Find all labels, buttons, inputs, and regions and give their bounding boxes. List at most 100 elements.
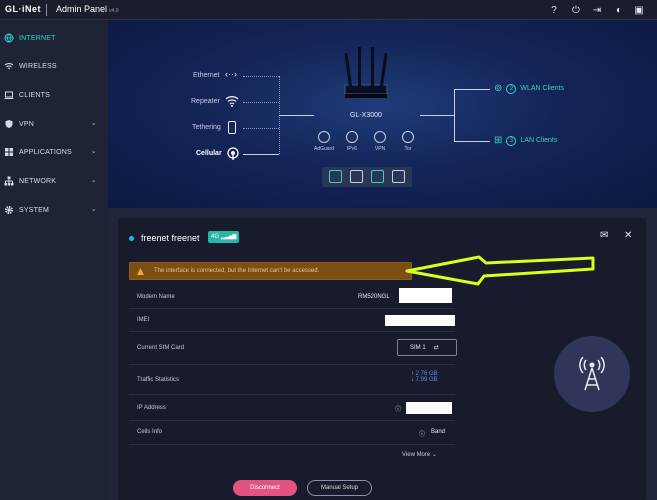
sidebar-item-label: NETWORK (19, 177, 57, 185)
redaction-block (406, 402, 452, 414)
mode-ap-icon[interactable] (371, 170, 384, 183)
sidebar-item-wireless[interactable]: WIRELESS (0, 52, 108, 80)
sim-row: Current SIM Card SIM 1 ⇄ (129, 332, 457, 365)
wifi-icon[interactable] (225, 94, 239, 112)
wlan-router-icon: ⊚ (494, 83, 503, 94)
connector-line (279, 115, 314, 116)
grid-icon (4, 147, 14, 157)
sidebar-item-applications[interactable]: APPLICATIONS ⌄ (0, 138, 108, 166)
mail-icon[interactable]: ✉ (600, 230, 608, 241)
logout-icon[interactable]: ⇥ (591, 4, 603, 16)
cell-tower-illustration (554, 336, 630, 412)
sidebar-item-vpn[interactable]: VPN ⌄ (0, 110, 108, 138)
redaction-block (399, 288, 452, 303)
adguard-icon (318, 131, 330, 143)
router-name: GL-X3000 (350, 112, 382, 119)
download-traffic: ↓ 7.99 GB (411, 377, 438, 383)
laptop-icon (4, 90, 14, 100)
info-icon[interactable]: ⓘ (419, 429, 425, 438)
sidebar-item-system[interactable]: SYSTEM ⌄ (0, 196, 108, 224)
tor-service[interactable]: Tor (398, 131, 418, 152)
vpn-label: VPN (374, 146, 386, 152)
sidebar-item-label: APPLICATIONS (19, 148, 72, 156)
settings-tools-icon[interactable]: ✕ (624, 230, 632, 241)
wlan-clients[interactable]: ⊚ 2 WLAN Clients (494, 83, 564, 94)
router-image (341, 47, 391, 102)
lan-count: 3 (506, 135, 517, 146)
language-icon[interactable]: ▣ (633, 4, 645, 16)
mode-extender-icon[interactable] (392, 170, 405, 183)
tethering-label[interactable]: Tethering (192, 124, 221, 131)
connector-line (454, 89, 490, 90)
vpn-icon (374, 131, 386, 143)
sidebar-item-internet[interactable]: INTERNET (0, 24, 108, 52)
adguard-service[interactable]: AdGuard (314, 131, 334, 152)
wlan-label: WLAN Clients (520, 85, 564, 92)
network-badge: 4G ▂▃▅▇ (208, 231, 239, 243)
warning-banner: The interface is connected, but the Inte… (129, 262, 412, 280)
chevron-down-icon: ⌄ (90, 120, 97, 127)
brand-logo: GL·iNet (5, 4, 41, 14)
sidebar-item-label: SYSTEM (19, 206, 49, 214)
sidebar-item-clients[interactable]: CLIENTS (0, 81, 108, 109)
app-root: GL·iNet Admin Panel v4.0 ? ⏻ ⇥ ◐ ▣ INTERN… (0, 0, 657, 500)
ipv6-label: IPv6 (346, 146, 357, 152)
sim-switch-button[interactable]: SIM 1 ⇄ (397, 339, 457, 356)
ipv6-icon (346, 131, 358, 143)
repeater-label[interactable]: Repeater (191, 98, 220, 105)
tor-icon (402, 131, 414, 143)
chevron-down-icon: ⌄ (431, 452, 437, 458)
ipv6-service[interactable]: IPv6 (342, 131, 362, 152)
sidebar-item-network[interactable]: NETWORK ⌄ (0, 167, 108, 195)
lan-icon: ⊞ (494, 135, 503, 146)
warning-icon (137, 268, 144, 275)
top-bar: GL·iNet Admin Panel v4.0 ? ⏻ ⇥ ◐ ▣ (0, 0, 657, 20)
status-dot (129, 236, 134, 241)
power-icon[interactable]: ⏻ (570, 4, 582, 16)
signal-bars-icon: ▂▃▅▇ (221, 234, 237, 240)
content-area: freenet freenet 4G ▂▃▅▇ ✉ ✕ The interface… (108, 208, 657, 500)
lan-clients[interactable]: ⊞ 3 LAN Clients (494, 135, 557, 146)
connector-line (454, 89, 455, 141)
info-icon[interactable]: ⓘ (395, 404, 401, 413)
modem-row: Modem Name RM520NGL (129, 286, 455, 309)
vpn-service[interactable]: VPN (370, 131, 390, 152)
app-version: v4.0 (109, 8, 119, 14)
view-more-link[interactable]: View More ⌄ (402, 451, 437, 458)
sidebar-item-label: VPN (19, 120, 34, 128)
wifi-icon (4, 61, 14, 71)
cells-row: Cells Info ⓘ Band (129, 421, 455, 445)
mode-router-icon[interactable] (329, 170, 342, 183)
ethernet-icon[interactable]: ‹··› (225, 69, 237, 79)
traffic-label: Traffic Statistics (137, 377, 180, 383)
ethernet-label[interactable]: Ethernet (193, 72, 219, 79)
swap-icon: ⇄ (433, 345, 439, 351)
cellular-icon[interactable] (226, 147, 240, 166)
lan-label: LAN Clients (520, 137, 558, 144)
app-title-text: Admin Panel (56, 4, 108, 14)
sidebar-item-label: INTERNET (19, 34, 56, 42)
disconnect-button[interactable]: Disconnect (233, 480, 297, 496)
help-icon[interactable]: ? (548, 4, 560, 16)
card-title: freenet freenet (141, 233, 200, 243)
sidebar-item-label: CLIENTS (19, 91, 50, 99)
app-title: Admin Panel v4.0 (56, 4, 118, 14)
theme-icon[interactable]: ◐ (613, 4, 625, 16)
modem-value: RM520NGL (358, 294, 390, 300)
connector-line (243, 102, 279, 103)
sim-label: Current SIM Card (137, 345, 185, 351)
phone-icon[interactable] (228, 121, 236, 134)
shield-icon (4, 119, 14, 129)
connector-line (454, 141, 490, 142)
manual-setup-button[interactable]: Manual Setup (307, 480, 372, 496)
chevron-down-icon: ⌄ (90, 148, 97, 155)
cells-label: Cells Info (137, 429, 163, 435)
cellular-label[interactable]: Cellular (196, 150, 222, 157)
modem-label: Modem Name (137, 294, 175, 300)
gear-icon (4, 205, 14, 215)
chevron-down-icon: ⌄ (90, 206, 97, 213)
connector-line (243, 76, 279, 77)
title-divider (46, 4, 47, 16)
mode-repeater-icon[interactable] (350, 170, 363, 183)
traffic-down: 7.99 GB (415, 377, 438, 383)
